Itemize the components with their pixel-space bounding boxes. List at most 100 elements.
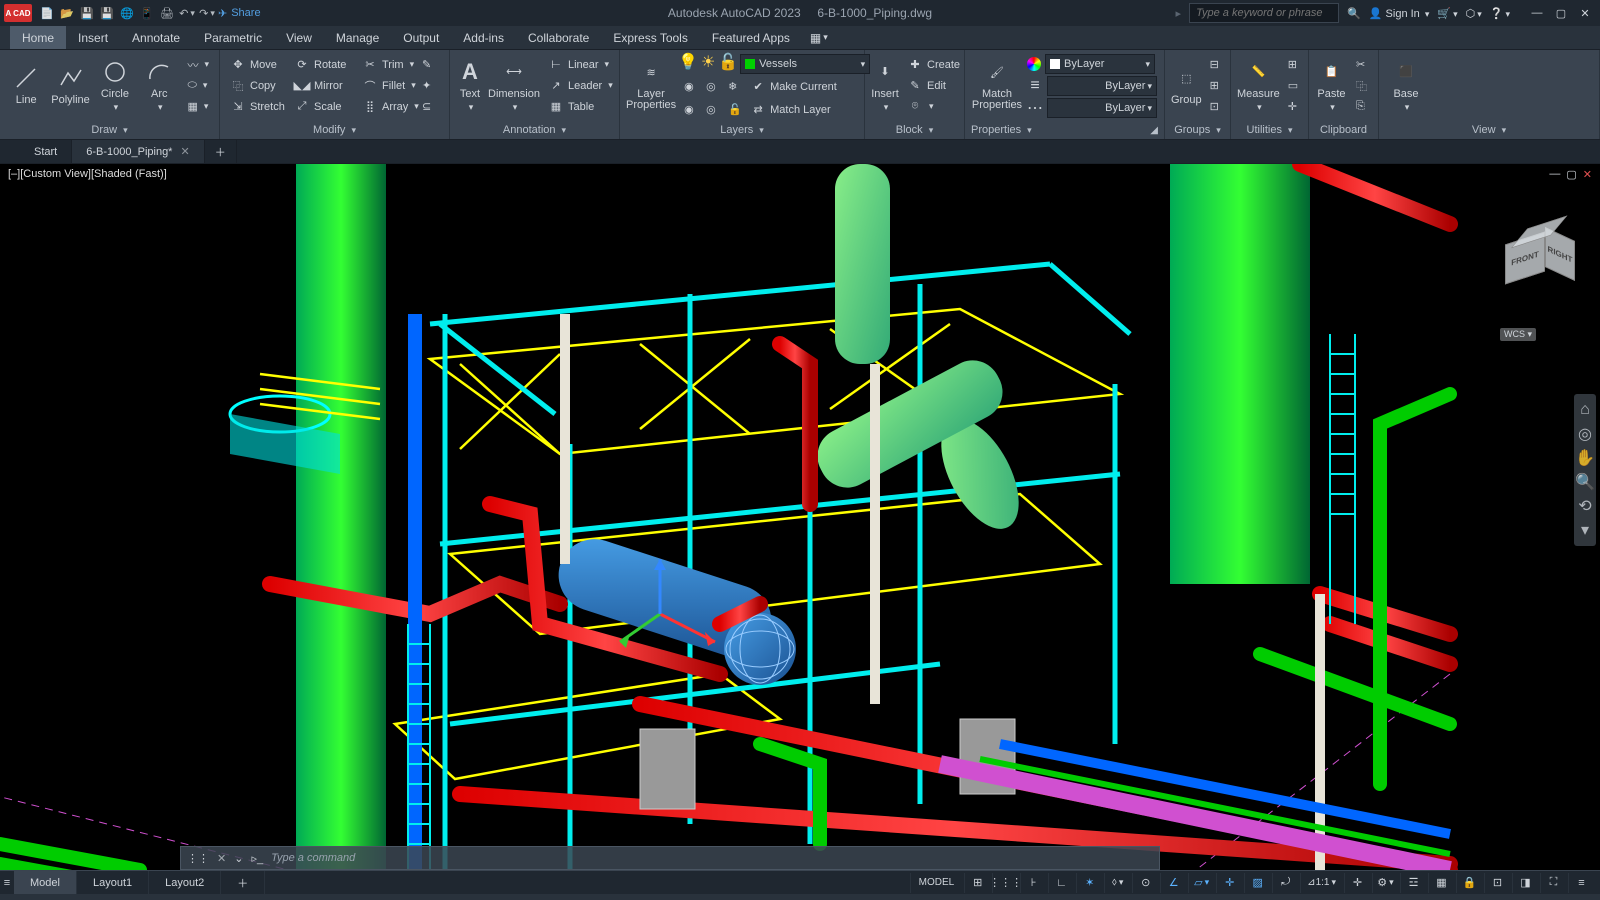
tab-express[interactable]: Express Tools [601, 26, 699, 49]
explode-icon[interactable]: ✦ [418, 75, 440, 96]
new-layout-button[interactable]: ＋ [221, 871, 265, 894]
cmd-close-icon[interactable]: ✕ [217, 852, 226, 865]
count-icon[interactable]: ⊞ [1284, 54, 1304, 75]
layer-state-icon[interactable]: 💡 [680, 54, 696, 70]
text-button[interactable]: AText▾ [456, 52, 484, 118]
linetype-selector[interactable]: ByLayer▾ [1047, 98, 1157, 118]
base-button[interactable]: ⬛Base▾ [1385, 52, 1427, 118]
tab-annotate[interactable]: Annotate [120, 26, 192, 49]
undo-icon[interactable]: ↶▾ [178, 4, 196, 22]
copy-button[interactable]: ⿻Copy [226, 75, 290, 96]
group-edit-icon[interactable]: ⊞ [1206, 75, 1226, 96]
linetype-icon[interactable]: ⋯ [1027, 100, 1043, 116]
3dosnap-icon[interactable]: ∠ [1160, 873, 1186, 893]
lineweight-selector[interactable]: ByLayer▾ [1047, 76, 1157, 96]
anno-scale[interactable]: ⊿ 1:1 ▾ [1300, 873, 1342, 893]
cmd-toggle-icon[interactable]: ⋮⋮ [187, 852, 209, 865]
offset-icon[interactable]: ⊆ [418, 96, 440, 117]
linear-button[interactable]: ⊢Linear▾ [544, 54, 617, 75]
layer-properties-button[interactable]: ≋Layer Properties [626, 52, 676, 118]
open-icon[interactable]: 📂 [58, 4, 76, 22]
color-selector[interactable]: ByLayer▾ [1045, 54, 1155, 74]
viewport-label[interactable]: [–][Custom View][Shaded (Fast)] [8, 168, 167, 180]
transparency-icon[interactable]: ▨ [1244, 873, 1270, 893]
panel-title-properties[interactable]: Properties▾◢ [971, 121, 1158, 139]
panel-title-block[interactable]: Block▾ [871, 121, 958, 139]
zoom-icon[interactable]: 🔍 [1574, 470, 1596, 494]
help-icon[interactable]: ❔▾ [1490, 7, 1510, 20]
tab-addins[interactable]: Add-ins [451, 26, 516, 49]
group-button[interactable]: ⬚Group [1171, 52, 1202, 118]
rotate-button[interactable]: ⟳Rotate [290, 54, 358, 75]
user-icon[interactable]: 👤 Sign In ▾ [1369, 7, 1430, 20]
layer-thaw-icon[interactable]: ◎ [702, 99, 724, 120]
snap-icon[interactable]: ⋮⋮⋮ [992, 873, 1018, 893]
iso-icon[interactable]: ⬨▾ [1104, 873, 1130, 893]
tab-manage[interactable]: Manage [324, 26, 391, 49]
point-icon[interactable]: ✛ [1284, 96, 1304, 117]
edit-block-button[interactable]: ✎Edit [903, 75, 964, 96]
cmd-recent-icon[interactable]: ⌄ [234, 852, 243, 865]
mirror-button[interactable]: ◣◢Mirror [290, 75, 358, 96]
search-icon[interactable]: 🔍 [1347, 7, 1361, 20]
drawing-viewport[interactable]: [–][Custom View][Shaded (Fast)] — ▢ ✕ [0, 164, 1600, 870]
web-icon[interactable]: 🌐 [118, 4, 136, 22]
tab-view[interactable]: View [274, 26, 324, 49]
polar-icon[interactable]: ✶ [1076, 873, 1102, 893]
panel-title-utilities[interactable]: Utilities▾ [1237, 121, 1302, 139]
panel-title-annotation[interactable]: Annotation▾ [456, 121, 613, 139]
tab-insert[interactable]: Insert [66, 26, 120, 49]
command-input[interactable]: Type a command [271, 852, 355, 864]
trim-button[interactable]: ✂Trim▾ [358, 54, 418, 75]
tab-featured[interactable]: Featured Apps [700, 26, 802, 49]
layout-tab-model[interactable]: Model [14, 871, 77, 894]
ortho-icon[interactable]: ∟ [1048, 873, 1074, 893]
new-tab-button[interactable]: ＋ [205, 140, 237, 163]
saveas-icon[interactable]: 💾 [98, 4, 116, 22]
select-icon[interactable]: ▭ [1284, 75, 1304, 96]
panel-title-groups[interactable]: Groups▾ [1171, 121, 1224, 139]
layer-lock-icon[interactable]: 🔓 [720, 54, 736, 70]
ellipse-icon[interactable]: ⬭ ▾ [183, 75, 213, 96]
fillet-button[interactable]: ⌒Fillet▾ [358, 75, 418, 96]
layout-tab-1[interactable]: Layout1 [77, 871, 149, 894]
autodesk-icon[interactable]: ⬡▾ [1466, 7, 1482, 20]
view-cube[interactable]: FRONT RIGHT WCS ▾ [1500, 224, 1570, 294]
vp-minimize-icon[interactable]: — [1549, 168, 1560, 181]
command-line[interactable]: ⋮⋮ ✕ ⌄ ▹_ Type a command [180, 846, 1160, 870]
pan-icon[interactable]: ✋ [1574, 446, 1596, 470]
minimize-icon[interactable]: — [1526, 3, 1548, 23]
quick-props-icon[interactable]: ▦ [1428, 873, 1454, 893]
panel-title-view[interactable]: View▾ [1385, 121, 1593, 139]
tab-home[interactable]: Home [10, 26, 66, 49]
array-button[interactable]: ⣿Array▾ [358, 96, 418, 117]
layer-selector[interactable]: Vessels▾ [740, 54, 870, 74]
tab-collaborate[interactable]: Collaborate [516, 26, 601, 49]
insert-button[interactable]: ⬇Insert▾ [871, 52, 899, 118]
otrack-icon[interactable]: ▱▾ [1188, 873, 1214, 893]
wcs-label[interactable]: WCS ▾ [1500, 328, 1536, 341]
layer-on-icon[interactable]: ◉ [680, 99, 702, 120]
table-button[interactable]: ▦Table [544, 96, 617, 117]
layer-unlock-icon[interactable]: 🔓 [724, 99, 746, 120]
plot-icon[interactable]: 📱 [138, 4, 156, 22]
cycling-icon[interactable]: ⤾ [1272, 873, 1298, 893]
layout-tab-2[interactable]: Layout2 [149, 871, 221, 894]
clean-screen-icon[interactable]: ⛶ [1540, 873, 1566, 893]
lineweight-icon[interactable]: ≡ [1027, 78, 1043, 94]
workspace-icon[interactable]: ✛ [1344, 873, 1370, 893]
arc-button[interactable]: Arc▾ [139, 52, 179, 118]
lwt-icon[interactable]: ✛ [1216, 873, 1242, 893]
lock-ui-icon[interactable]: 🔒 [1456, 873, 1482, 893]
layer-iso-icon[interactable]: ◎ [702, 76, 724, 97]
tab-output[interactable]: Output [391, 26, 451, 49]
orbit-icon[interactable]: ⟲ [1574, 494, 1596, 518]
edit-attr-icon[interactable]: ⌾▾ [903, 96, 964, 117]
customize-icon[interactable]: ≡ [1568, 873, 1594, 893]
vp-close-icon[interactable]: ✕ [1583, 168, 1592, 181]
save-icon[interactable]: 💾 [78, 4, 96, 22]
spline-icon[interactable]: 〰 ▾ [183, 54, 213, 75]
close-icon[interactable]: ✕ [1574, 3, 1596, 23]
cut-icon[interactable]: ✂ [1352, 54, 1372, 75]
tab-overflow-icon[interactable]: ▦▾ [802, 26, 836, 49]
